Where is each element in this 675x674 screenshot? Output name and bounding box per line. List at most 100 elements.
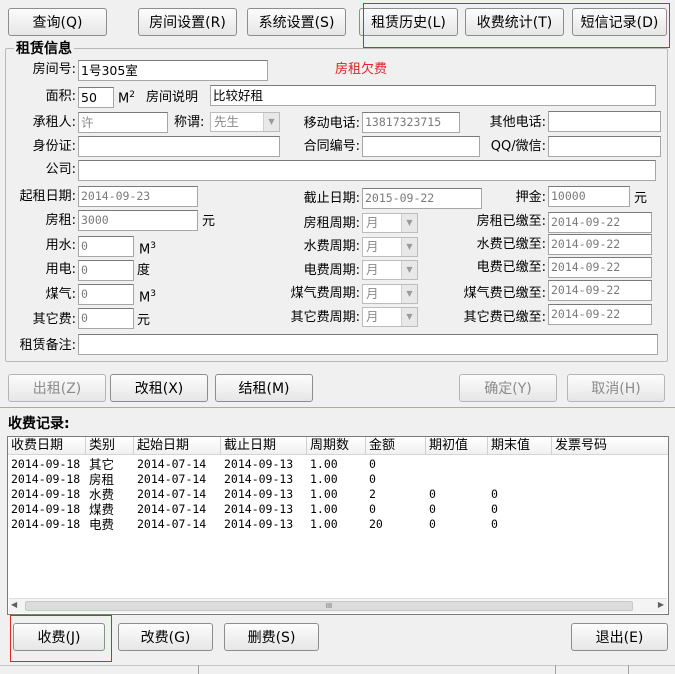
water-unit: M3 — [139, 241, 156, 258]
status-bar — [0, 665, 675, 674]
power-paid-label: 电费已缴至: — [476, 260, 546, 275]
query-button[interactable]: 查询(Q) — [8, 8, 107, 36]
area-label: 面积: — [45, 89, 76, 104]
horizontal-scrollbar[interactable]: ◀ III ▶ — [9, 598, 667, 613]
table-row[interactable]: 2014-09-18 煤费 2014-07-14 2014-09-13 1.00 0 0 0 — [8, 502, 668, 517]
other-phone-field[interactable] — [548, 111, 661, 132]
title-label: 称谓: — [174, 115, 205, 130]
chevron-down-icon: ▼ — [263, 113, 279, 131]
area-field[interactable]: 50 — [78, 87, 114, 108]
water-field[interactable]: 0 — [78, 236, 134, 257]
table-row[interactable]: 2014-09-18 房租 2014-07-14 2014-09-13 1.00 0 — [8, 472, 668, 487]
chevron-down-icon: ▼ — [401, 285, 417, 303]
remark-field[interactable] — [78, 334, 658, 355]
col-header[interactable]: 周期数 — [307, 437, 366, 455]
arrow-right-icon[interactable]: ▶ — [658, 600, 664, 609]
col-header[interactable]: 发票号码 — [552, 437, 668, 455]
change-rent-button[interactable]: 改租(X) — [110, 374, 208, 402]
rent-label: 房租: — [45, 213, 76, 228]
status-divider — [555, 665, 556, 674]
highlight-box-bottom — [10, 615, 112, 662]
room-desc-label: 房间说明 — [146, 90, 199, 105]
id-card-label: 身份证: — [32, 139, 76, 154]
col-header[interactable]: 起始日期 — [134, 437, 221, 455]
arrow-left-icon[interactable]: ◀ — [11, 600, 17, 609]
room-desc-field[interactable]: 比较好租 — [210, 85, 656, 106]
other-fee-label: 其它费: — [32, 312, 76, 327]
other-cycle-select[interactable]: 月 ▼ — [362, 307, 418, 327]
rent-paid-label: 房租已缴至: — [476, 214, 546, 229]
start-date-field[interactable]: 2014-09-23 — [78, 186, 198, 207]
power-cycle-label: 电费周期: — [303, 263, 360, 278]
delete-fee-button[interactable]: 删费(S) — [224, 623, 319, 651]
other-phone-label: 其他电话: — [489, 115, 546, 130]
deposit-field[interactable]: 10000 — [548, 186, 630, 207]
rent-field[interactable]: 3000 — [78, 210, 198, 231]
water-paid-field[interactable]: 2014-09-22 — [548, 234, 652, 255]
other-paid-label: 其它费已缴至: — [463, 310, 546, 325]
gas-cycle-label: 煤气费周期: — [290, 286, 360, 301]
other-paid-field[interactable]: 2014-09-22 — [548, 304, 652, 325]
room-no-label: 房间号: — [32, 62, 76, 77]
power-unit: 度 — [137, 263, 151, 278]
col-header[interactable]: 金额 — [366, 437, 426, 455]
qq-wechat-label: QQ/微信: — [490, 139, 546, 154]
qq-wechat-field[interactable] — [548, 136, 661, 157]
gas-cycle-select[interactable]: 月 ▼ — [362, 284, 418, 304]
exit-button[interactable]: 退出(E) — [571, 623, 668, 651]
water-cycle-select[interactable]: 月 ▼ — [362, 237, 418, 257]
company-label: 公司: — [45, 162, 76, 177]
company-field[interactable] — [78, 160, 656, 181]
power-paid-field[interactable]: 2014-09-22 — [548, 257, 652, 278]
chevron-down-icon: ▼ — [401, 308, 417, 326]
scrollbar-thumb[interactable]: III — [25, 601, 633, 611]
other-fee-field[interactable]: 0 — [78, 308, 134, 329]
other-fee-unit: 元 — [137, 313, 151, 328]
col-header[interactable]: 类别 — [86, 437, 134, 455]
power-cycle-select[interactable]: 月 ▼ — [362, 260, 418, 280]
contract-label: 合同编号: — [303, 139, 360, 154]
gas-label: 煤气: — [45, 287, 76, 302]
chevron-down-icon: ▼ — [401, 238, 417, 256]
gas-paid-field[interactable]: 2014-09-22 — [548, 280, 652, 301]
table-row[interactable]: 2014-09-18 电费 2014-07-14 2014-09-13 1.00 20 0 0 — [8, 517, 668, 532]
system-settings-button[interactable]: 系统设置(S) — [247, 8, 346, 36]
fee-records-list[interactable]: 收费日期 类别 起始日期 截止日期 周期数 金额 期初值 期末值 发票号码 20… — [7, 436, 669, 615]
cancel-button[interactable]: 取消(H) — [567, 374, 665, 402]
room-no-field[interactable]: 1号305室 — [78, 60, 268, 81]
title-select[interactable]: 先生 ▼ — [210, 112, 280, 132]
remark-label: 租赁备注: — [19, 338, 76, 353]
status-divider — [628, 665, 629, 674]
id-card-field[interactable] — [78, 136, 280, 157]
records-title: 收费记录: — [8, 416, 70, 432]
contract-field[interactable] — [362, 136, 480, 157]
col-header[interactable]: 收费日期 — [8, 437, 86, 455]
rent-paid-field[interactable]: 2014-09-22 — [548, 212, 652, 233]
gas-paid-label: 煤气费已缴至: — [463, 286, 546, 301]
move-out-button[interactable]: 出租(Z) — [8, 374, 106, 402]
lease-info-title: 租赁信息 — [14, 39, 74, 59]
start-date-label: 起租日期: — [19, 189, 76, 204]
col-header[interactable]: 期初值 — [426, 437, 488, 455]
area-unit: M2 — [118, 90, 135, 107]
confirm-button[interactable]: 确定(Y) — [459, 374, 557, 402]
deposit-label: 押金: — [515, 190, 546, 205]
power-field[interactable]: 0 — [78, 260, 134, 281]
settle-rent-button[interactable]: 结租(M) — [215, 374, 313, 402]
highlight-box-top — [363, 3, 670, 48]
col-header[interactable]: 截止日期 — [221, 437, 307, 455]
mobile-field[interactable]: 13817323715 — [362, 112, 460, 133]
table-row[interactable]: 2014-09-18 其它 2014-07-14 2014-09-13 1.00 0 — [8, 457, 668, 472]
room-settings-button[interactable]: 房间设置(R) — [138, 8, 237, 36]
section-divider — [0, 407, 675, 408]
tenant-field[interactable]: 许 — [78, 112, 168, 133]
table-row[interactable]: 2014-09-18 水费 2014-07-14 2014-09-13 1.00 2 0 0 — [8, 487, 668, 502]
gas-field[interactable]: 0 — [78, 284, 134, 305]
water-label: 用水: — [45, 238, 76, 253]
rent-cycle-select[interactable]: 月 ▼ — [362, 213, 418, 233]
edit-fee-button[interactable]: 改费(G) — [118, 623, 213, 651]
col-header[interactable]: 期末值 — [488, 437, 552, 455]
gas-unit: M3 — [139, 289, 156, 306]
records-header: 收费日期 类别 起始日期 截止日期 周期数 金额 期初值 期末值 发票号码 — [8, 437, 668, 455]
end-date-field[interactable]: 2015-09-22 — [362, 188, 482, 209]
